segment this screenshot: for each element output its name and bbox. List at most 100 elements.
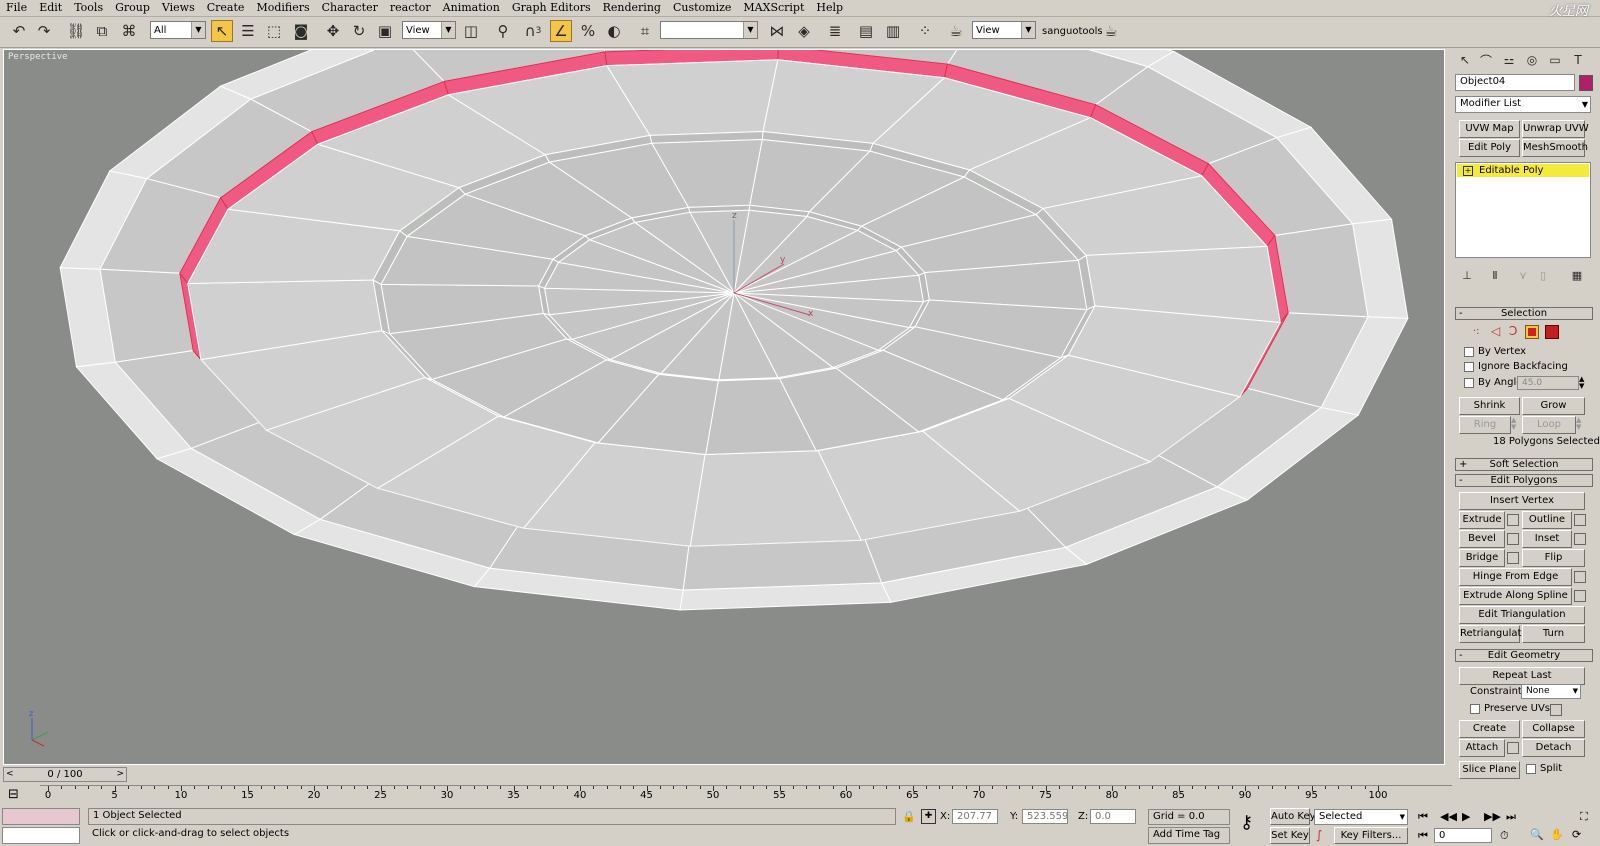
render-scene-icon[interactable]: ☕ [945,20,967,42]
arc-rotate-icon[interactable]: ⟳ [1572,828,1581,841]
grow-button[interactable]: Grow [1522,397,1585,415]
mini-curve-editor-icon[interactable]: ⊟ [8,787,19,802]
flip-button[interactable]: Flip [1522,549,1585,567]
motion-tab-icon[interactable]: ◎ [1522,51,1542,69]
border-mode-icon[interactable]: Ↄ [1509,324,1517,338]
rectangular-selection-icon[interactable]: ⬚ [263,20,285,42]
lock-selection-icon[interactable]: 🔒 [902,810,916,823]
default-tangent-icon[interactable]: ∫ [1316,828,1322,842]
slice-plane-button[interactable]: Slice Plane [1459,761,1520,779]
create-tab-icon[interactable]: ↖ [1455,51,1475,69]
split-checkbox[interactable] [1526,764,1536,774]
edge-mode-icon[interactable]: ◁ [1491,324,1500,338]
key-mode-dropdown[interactable]: Selected ▼ [1314,809,1408,825]
configure-sets-icon[interactable]: ▦ [1569,267,1585,283]
loop-button[interactable]: Loop [1522,416,1576,434]
menu-maxscript[interactable]: MAXScript [737,0,810,16]
key-filters-button[interactable]: Key Filters... [1334,827,1408,844]
menu-tools[interactable]: Tools [68,0,109,16]
chevron-right-icon[interactable]: > [116,768,124,781]
ring-button[interactable]: Ring [1459,416,1511,434]
angle-snap-icon[interactable]: ∠ [550,20,572,42]
z-coord-field[interactable]: 0.0 [1090,809,1136,824]
track-bar[interactable]: 0 5 10 15 20 25 30 35 40 45 50 55 60 65 70 75 80 85 90 95 10… [40,785,1452,808]
outline-button[interactable]: Outline [1522,511,1572,529]
play-icon[interactable]: ▶ [1462,810,1470,823]
spinner-snap-icon[interactable]: ◐ [603,20,625,42]
element-mode-icon[interactable] [1545,325,1559,339]
percent-snap-icon[interactable]: % [577,20,599,42]
mirror-icon[interactable]: ⋈ [766,20,788,42]
extrude-settings-icon[interactable] [1507,514,1519,526]
x-coord-field[interactable]: 207.77 [952,809,998,824]
select-link-icon[interactable]: ⛓ [65,20,87,42]
menu-views[interactable]: Views [156,0,201,16]
menu-character[interactable]: Character [316,0,384,16]
current-frame-field[interactable]: 0 [1434,828,1492,843]
menu-rendering[interactable]: Rendering [597,0,667,16]
menu-file[interactable]: File [0,0,33,16]
edit-triangulation-button[interactable]: Edit Triangulation [1459,606,1585,624]
make-unique-icon[interactable]: ⋎ [1515,267,1531,283]
window-crossing-icon[interactable]: ◙ [290,20,312,42]
go-to-end-icon[interactable]: ⏭ [1506,810,1516,824]
scale-icon[interactable]: ▣ [374,20,396,42]
constraints-dropdown[interactable]: None ▼ [1521,684,1581,699]
object-color-swatch[interactable] [1579,75,1593,91]
schematic-view-icon[interactable]: ▥ [882,20,904,42]
quick-render-teapot-icon[interactable]: ☕ [1100,20,1122,42]
extrude-spline-settings-icon[interactable] [1574,590,1586,602]
material-editor-icon[interactable]: ⁘ [914,20,936,42]
edit-named-selection-icon[interactable]: ⌗ [634,20,656,42]
menu-create[interactable]: Create [201,0,251,16]
reference-coordinate-dropdown[interactable]: View ▼ [402,21,456,39]
select-object-icon[interactable]: ↖ [211,20,233,42]
remove-modifier-icon[interactable]: ▯ [1535,267,1551,283]
maxscript-listener-mini[interactable] [2,808,80,825]
rotate-icon[interactable]: ↻ [348,20,370,42]
selection-rollout-header[interactable]: - Selection [1455,307,1593,320]
set-key-button[interactable]: Set Key [1270,827,1310,844]
undo-icon[interactable]: ↶ [8,20,30,42]
by-angle-checkbox[interactable] [1464,378,1474,388]
extrude-button[interactable]: Extrude [1459,511,1505,529]
show-end-result-icon[interactable]: Ⅱ [1487,267,1503,283]
preserve-uvs-checkbox[interactable] [1470,704,1480,714]
selection-filter-dropdown[interactable]: All ▼ [150,21,206,39]
menu-help[interactable]: Help [810,0,849,16]
meshsmooth-button[interactable]: MeshSmooth [1522,139,1588,157]
menu-graph-editors[interactable]: Graph Editors [506,0,597,16]
curve-editor-icon[interactable]: ▤ [855,20,877,42]
key-icon[interactable]: ⚷ [1240,812,1253,833]
modify-tab-icon[interactable]: ⌒ [1476,51,1496,69]
layer-manager-icon[interactable]: ≣ [824,20,846,42]
by-vertex-checkbox[interactable] [1464,347,1474,357]
repeat-last-button[interactable]: Repeat Last [1459,667,1585,685]
select-by-name-icon[interactable]: ☰ [237,20,259,42]
time-configuration-icon[interactable]: ⏱ [1500,829,1509,843]
bevel-settings-icon[interactable] [1507,533,1519,545]
pivot-center-icon[interactable]: ◫ [460,20,482,42]
perspective-viewport[interactable]: Perspective z y x z [3,49,1445,765]
y-coord-field[interactable]: 523.559 [1022,809,1068,824]
utilities-tab-icon[interactable]: T [1568,51,1588,69]
angle-spinner[interactable]: 45.0 [1517,376,1579,390]
polygon-mode-icon[interactable] [1525,325,1539,339]
go-to-start-icon[interactable]: ⏮ [1418,810,1428,824]
pan-icon[interactable]: ✋ [1550,828,1564,841]
attach-button[interactable]: Attach [1459,739,1505,757]
menu-animation[interactable]: Animation [437,0,506,16]
hinge-settings-icon[interactable] [1574,571,1586,583]
add-time-tag-button[interactable]: Add Time Tag [1148,827,1230,844]
spinner-arrows-icon[interactable]: ▲ ▼ [1579,376,1584,390]
menu-group[interactable]: Group [109,0,156,16]
hinge-from-edge-button[interactable]: Hinge From Edge [1459,568,1572,586]
retriangulate-button[interactable]: Retriangulate [1459,625,1528,643]
unlink-icon[interactable]: ⧉ [91,20,113,42]
expand-plus-icon[interactable]: + [1463,166,1473,176]
ignore-backfacing-checkbox[interactable] [1464,362,1474,372]
hierarchy-tab-icon[interactable]: ⚍ [1499,51,1519,69]
bridge-button[interactable]: Bridge [1459,549,1505,567]
snap-toggle-icon[interactable]: ∩ 3 [522,20,544,42]
chevron-left-icon[interactable]: < [6,768,14,781]
